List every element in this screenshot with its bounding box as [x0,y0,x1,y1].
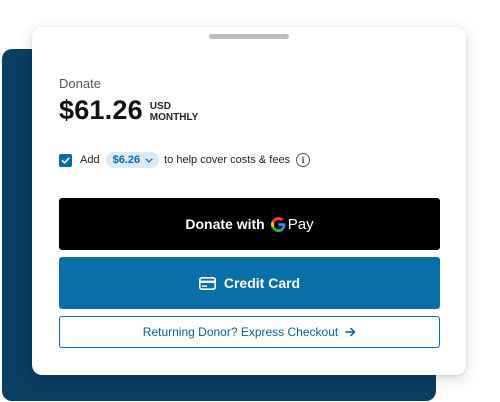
frequency-label: MONTHLY [149,111,199,123]
arrow-right-icon [345,327,356,337]
gpay-label: Donate with [185,216,265,232]
checkmark-icon [61,157,70,164]
credit-card-button[interactable]: Credit Card [59,257,440,309]
fees-prefix: Add [80,154,100,166]
donation-amount: $61.26 [59,95,143,125]
amount-row: $61.26 USD MONTHLY [59,95,198,126]
google-pay-logo: Pay [270,215,314,233]
fee-amount-value: $6.26 [112,154,141,166]
info-icon[interactable]: i [296,153,311,167]
donate-label: Donate [59,76,101,91]
fee-amount-dropdown[interactable]: $6.26 [105,152,160,168]
cover-fees-checkbox[interactable] [59,153,72,167]
credit-card-icon [198,276,216,290]
express-checkout-label: Returning Donor? Express Checkout [142,325,339,339]
donate-with-gpay-button[interactable]: Donate with Pay [59,198,440,250]
currency-label: USD [149,100,171,112]
credit-card-label: Credit Card [223,275,301,291]
express-checkout-button[interactable]: Returning Donor? Express Checkout [59,316,440,348]
fees-suffix: to help cover costs & fees [164,154,291,166]
donation-card: Donate $61.26 USD MONTHLY Add $6.26 to h… [32,27,466,375]
chevron-down-icon [145,157,153,163]
google-g-icon [270,216,286,232]
drag-handle[interactable] [209,34,289,39]
cover-fees-row: Add $6.26 to help cover costs & fees i [59,152,311,168]
gpay-pay-text: Pay [287,215,314,233]
amount-meta: USD MONTHLY [150,101,199,123]
